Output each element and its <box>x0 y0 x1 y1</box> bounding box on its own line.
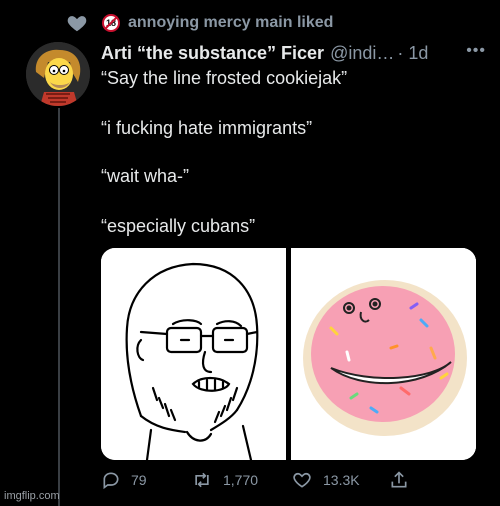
thread-line <box>58 108 60 506</box>
tweet-text-line-3: “wait wha-” <box>101 166 190 186</box>
cookie-image[interactable] <box>291 248 476 460</box>
like-icon <box>293 472 311 488</box>
tweet-media[interactable] <box>101 248 476 460</box>
social-context: 18 annoying mercy main liked <box>66 10 333 36</box>
tweet-header: Arti “the substance” Ficer @indi… · 1d •… <box>101 40 486 66</box>
tweet-actions: 79 1,770 13.3K <box>101 470 421 494</box>
reply-icon <box>103 472 119 490</box>
timestamp[interactable]: · 1d <box>397 43 428 64</box>
share-icon <box>391 471 407 488</box>
heart-icon <box>67 16 87 32</box>
watermark: imgflip.com <box>4 490 60 502</box>
social-context-text[interactable]: annoying mercy main liked <box>128 14 333 32</box>
wojak-drawing-icon <box>125 262 259 460</box>
reply-count: 79 <box>131 472 147 488</box>
wojak-image[interactable] <box>101 248 286 460</box>
frosted-cookie-face-icon <box>291 248 476 460</box>
like-button[interactable]: 13.3K <box>291 470 360 490</box>
homer-hippie-avatar-icon <box>26 42 90 106</box>
tweet-text-line-2: “i fucking hate immigrants” <box>101 118 313 138</box>
avatar[interactable] <box>26 42 90 106</box>
tweet-text-line-1: “Say the line frosted cookiejak” <box>101 68 348 88</box>
retweet-icon <box>195 472 209 488</box>
share-button[interactable] <box>389 470 419 490</box>
age-badge-icon: 18 <box>102 14 120 32</box>
display-name[interactable]: Arti “the substance” Ficer <box>101 43 324 64</box>
more-options-icon[interactable]: ••• <box>466 42 486 60</box>
retweet-count: 1,770 <box>223 472 259 488</box>
reply-button[interactable]: 79 <box>101 470 147 490</box>
retweet-button[interactable]: 1,770 <box>191 470 258 490</box>
like-count: 13.3K <box>323 472 360 488</box>
handle[interactable]: @indi… <box>330 43 394 64</box>
tweet-text-line-4: “especially cubans” <box>101 216 256 236</box>
